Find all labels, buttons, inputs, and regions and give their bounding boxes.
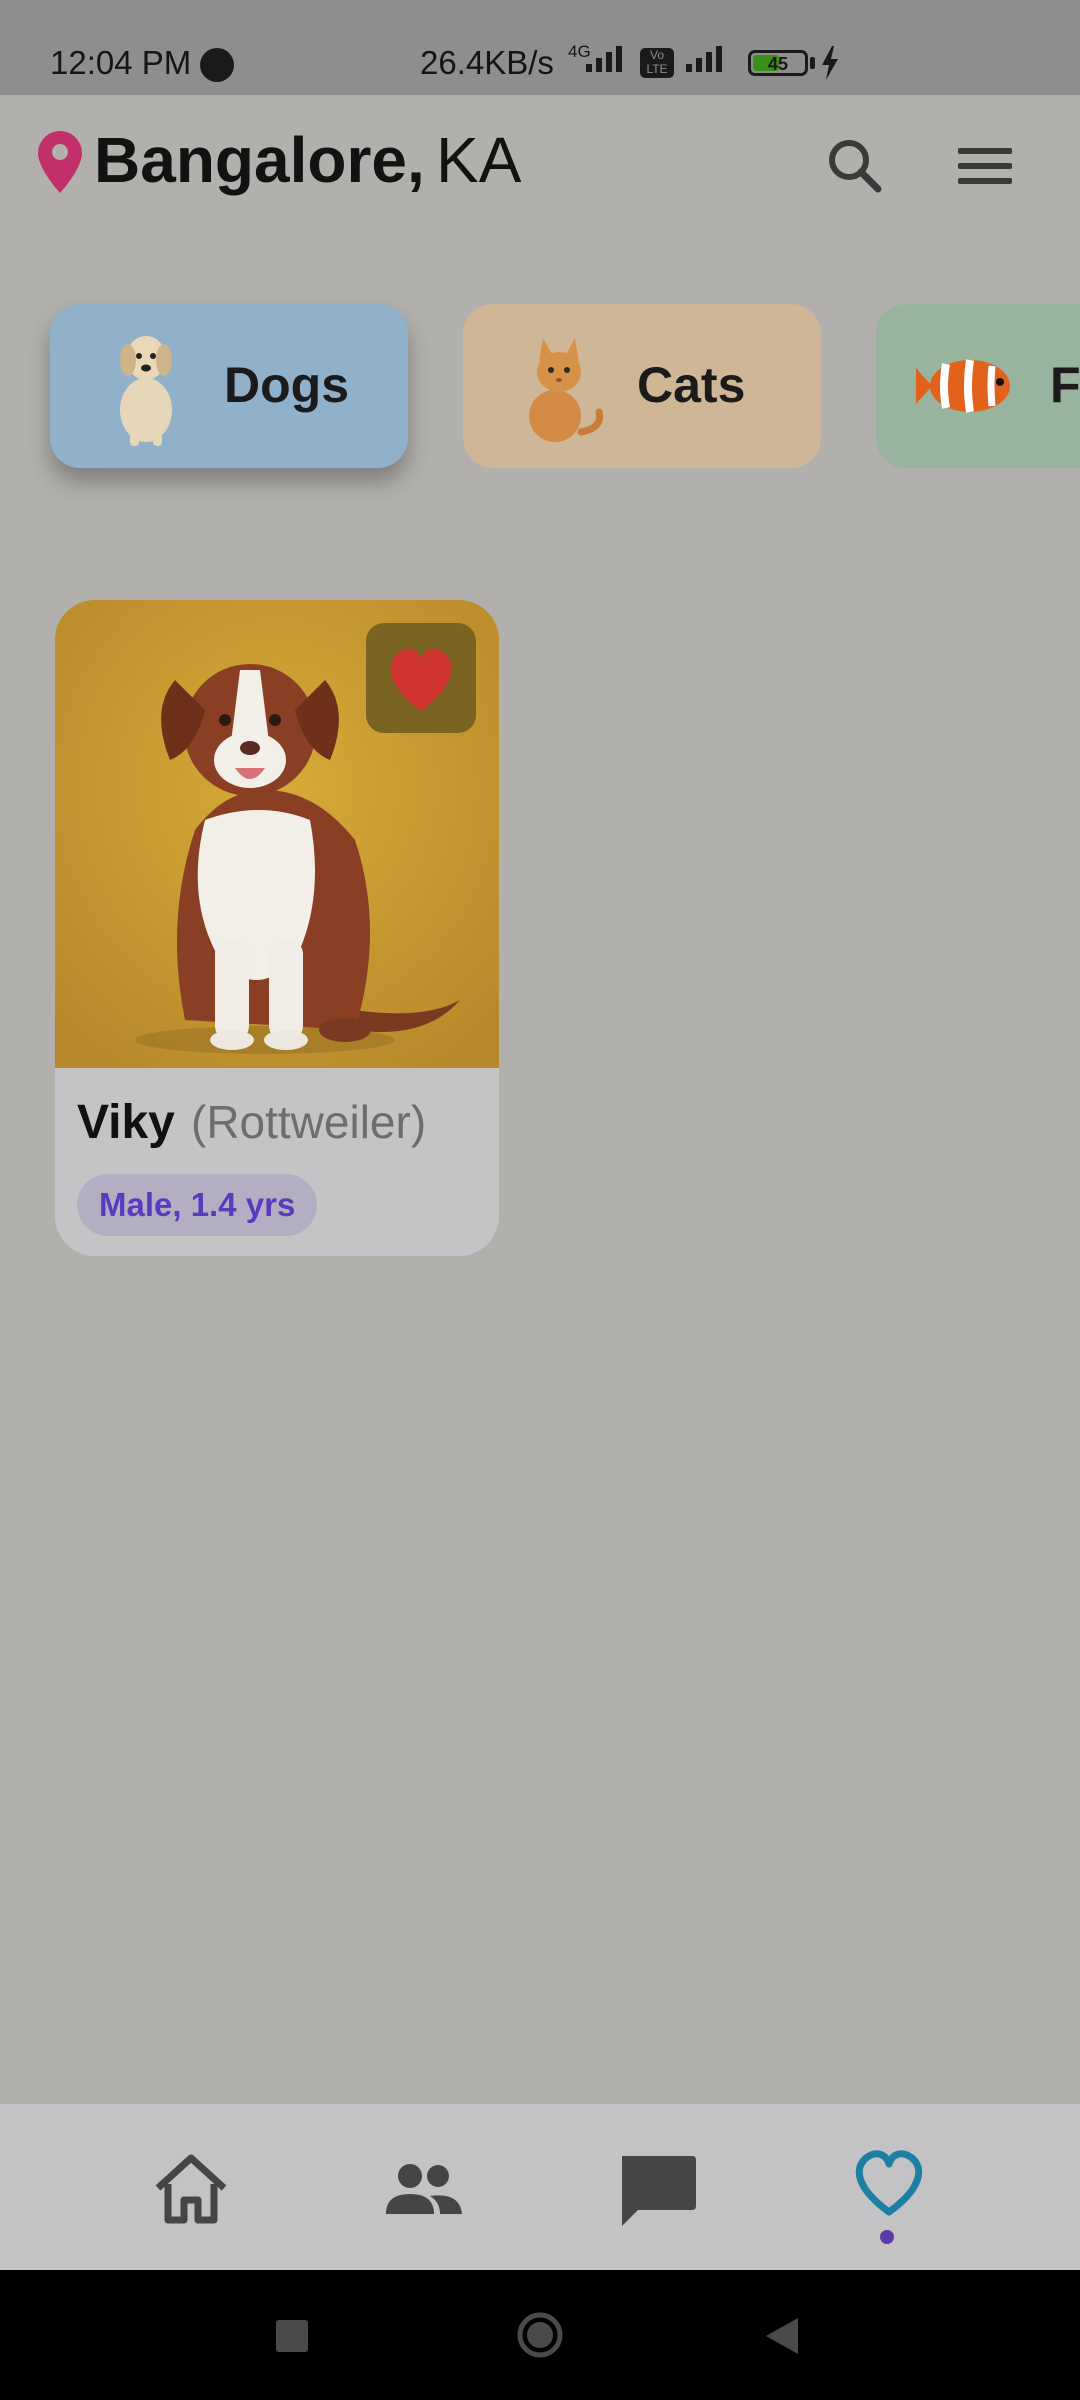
category-list: Dogs Cats Fi: [0, 300, 1080, 500]
status-time: 12:04 PM: [50, 44, 192, 81]
category-fish[interactable]: Fi: [876, 304, 1080, 468]
heart-filled-icon: [390, 648, 452, 711]
signal-strength-icon-2: [686, 46, 722, 72]
signal-strength-icon: [586, 46, 622, 72]
status-bar: 12:04 PM 26.4KB/s 4G Vo LTE 45: [0, 0, 1080, 95]
favorite-button[interactable]: [366, 623, 476, 733]
favorites-icon[interactable]: [844, 2138, 934, 2228]
location-state[interactable]: KA: [436, 123, 521, 197]
battery-level: 45: [767, 54, 789, 74]
location-city[interactable]: Bangalore,: [94, 123, 425, 197]
home-icon[interactable]: [146, 2144, 236, 2234]
pet-breed: (Rottweiler): [191, 1096, 427, 1148]
system-navigation-bar: [0, 2270, 1080, 2400]
bottom-navigation: [0, 2104, 1080, 2270]
volte-icon: Vo LTE: [640, 48, 674, 78]
category-cats[interactable]: Cats: [463, 304, 821, 468]
search-icon[interactable]: [820, 131, 890, 201]
dog-category-icon: [120, 336, 172, 446]
category-label: Cats: [637, 357, 746, 413]
notification-app-icon: [200, 48, 234, 82]
charging-bolt-icon: [822, 46, 838, 80]
menu-icon[interactable]: [950, 131, 1020, 201]
fish-category-icon: [916, 359, 1010, 413]
status-net-speed: 26.4KB/s: [420, 44, 554, 81]
pet-gender-age-tag: Male, 1.4 yrs: [77, 1174, 318, 1236]
pet-photo: [55, 600, 499, 1068]
location-pin-icon: [38, 131, 82, 193]
pet-card[interactable]: Viky (Rottweiler) Male, 1.4 yrs: [55, 600, 499, 1256]
pet-name: Viky: [77, 1096, 175, 1149]
battery-icon: 45: [748, 50, 808, 76]
back-icon[interactable]: [762, 2314, 802, 2358]
category-label: Fi: [1050, 357, 1080, 413]
category-dogs[interactable]: Dogs: [50, 304, 408, 468]
cat-category-icon: [529, 338, 604, 442]
app-header: Bangalore, KA: [0, 95, 1080, 235]
chat-icon[interactable]: [612, 2144, 702, 2234]
home-circle-icon[interactable]: [515, 2310, 565, 2360]
people-icon[interactable]: [378, 2144, 468, 2234]
category-label: Dogs: [224, 357, 349, 413]
recent-apps-icon[interactable]: [274, 2318, 310, 2354]
active-indicator-dot: [880, 2230, 894, 2244]
